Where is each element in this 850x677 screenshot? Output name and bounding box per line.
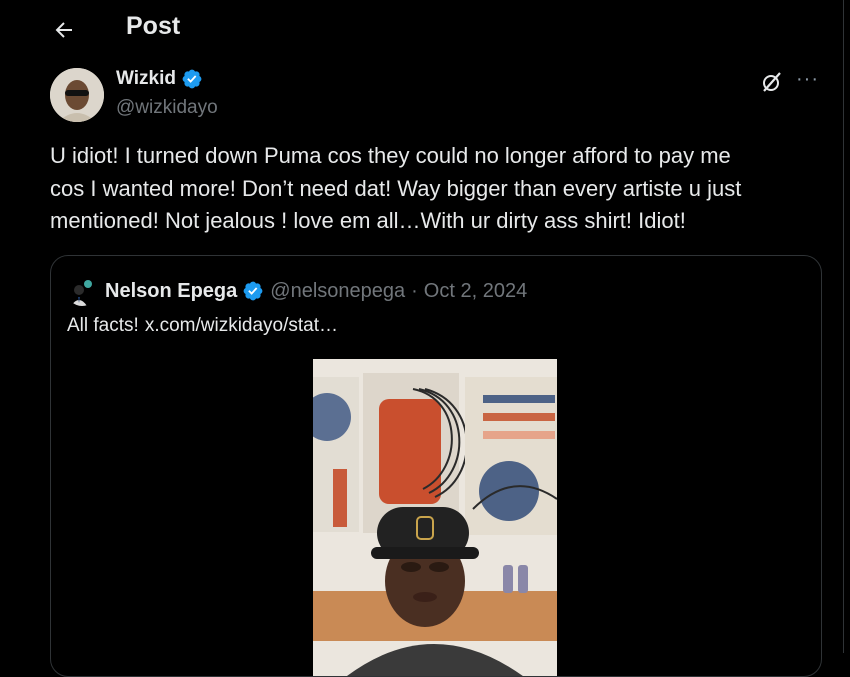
post-header: Post [0, 0, 843, 56]
quoted-author-handle: @nelsonepega [270, 279, 406, 302]
main-column: Post Wizkid @wizkidayo ··· U idiot! I tu… [0, 0, 844, 677]
verified-badge-icon [243, 281, 263, 301]
author-name[interactable]: Wizkid [116, 68, 176, 90]
quoted-author-name: Nelson Epega [105, 279, 238, 302]
more-icon[interactable]: ··· [796, 68, 819, 91]
verified-badge-icon [182, 69, 202, 89]
quoted-text: All facts! [67, 315, 139, 336]
separator-dot: · [411, 279, 418, 302]
author-name-row[interactable]: Wizkid [116, 68, 203, 90]
quoted-author-row: Nelson Epega @nelsonepega · Oct 2, 2024 [67, 276, 527, 306]
quoted-post[interactable]: Nelson Epega @nelsonepega · Oct 2, 2024 … [50, 255, 822, 677]
quoted-post-text: All facts! x.com/wizkidayo/stat… [67, 315, 338, 337]
quoted-media-video[interactable] [313, 359, 557, 676]
page-title: Post [126, 12, 181, 40]
author-handle[interactable]: @wizkidayo [116, 97, 218, 119]
quoted-post-date: Oct 2, 2024 [423, 279, 528, 302]
quoted-author-avatar [67, 276, 97, 306]
arrow-left-icon [55, 22, 72, 38]
back-button[interactable] [46, 12, 82, 48]
quoted-link[interactable]: x.com/wizkidayo/stat… [145, 315, 338, 336]
grok-icon[interactable] [760, 70, 784, 94]
author-avatar[interactable] [50, 68, 104, 122]
post-text: U idiot! I turned down Puma cos they cou… [50, 143, 742, 233]
